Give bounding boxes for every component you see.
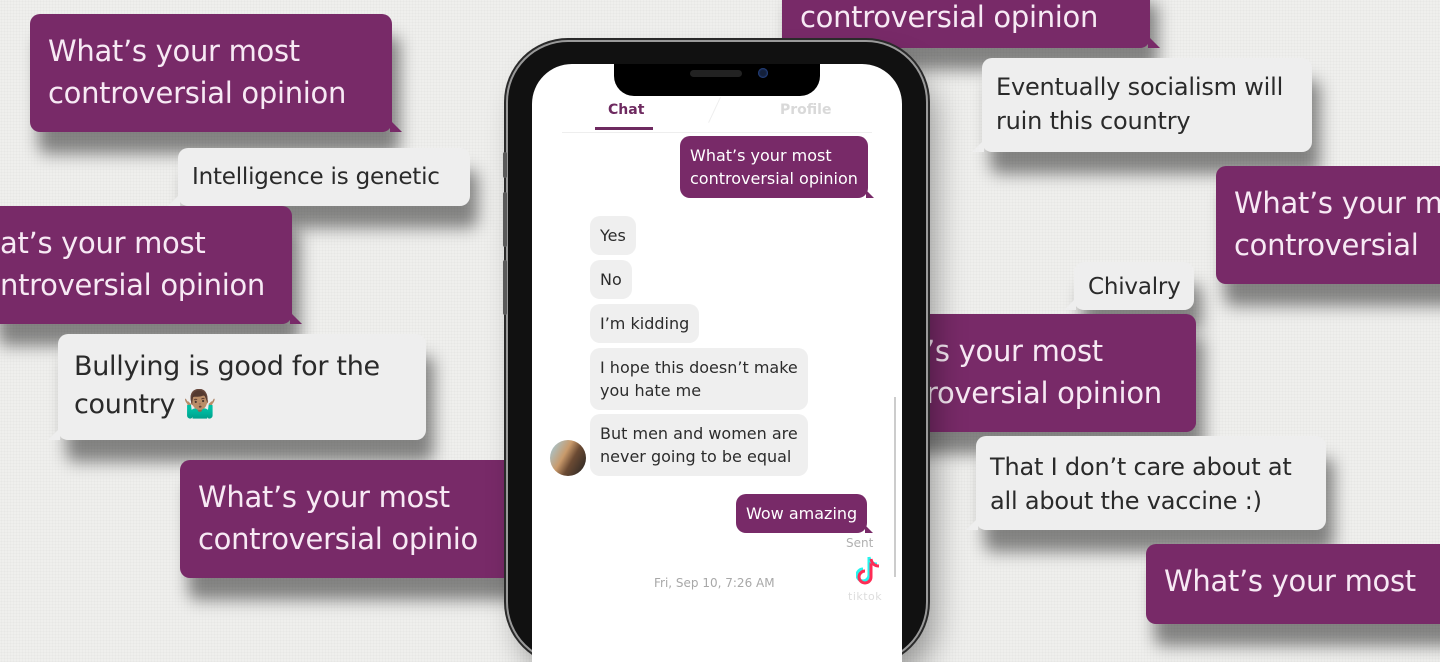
phone-notch xyxy=(614,64,820,96)
bubble-line: Bullying is good for the xyxy=(74,351,380,382)
bubble-line: ruin this country xyxy=(996,107,1191,135)
date-separator: Fri, Sep 10, 7:26 AM xyxy=(654,576,775,590)
message-line: What’s your most xyxy=(690,146,832,165)
scrollbar[interactable] xyxy=(894,397,896,577)
message-incoming: I hope this doesn’t make you hate me xyxy=(590,348,808,410)
speaker-icon xyxy=(690,70,742,77)
message-line: But men and women are xyxy=(600,424,798,443)
message-line: I’m kidding xyxy=(600,314,690,333)
message-line: controversial opinion xyxy=(690,169,858,188)
tab-divider xyxy=(708,97,721,123)
bg-bubble-received: Eventually socialism will ruin this coun… xyxy=(972,58,1312,152)
tab-bar: Chat Profile xyxy=(562,97,872,133)
message-line: No xyxy=(600,270,622,289)
message-line: I hope this doesn’t make xyxy=(600,358,798,377)
sent-status: Sent xyxy=(846,536,874,550)
camera-icon xyxy=(758,68,768,78)
bubble-line: Chivalry xyxy=(1088,274,1181,300)
bubble-line: all about the vaccine :) xyxy=(990,487,1262,515)
contact-avatar[interactable] xyxy=(550,440,586,476)
tab-profile[interactable]: Profile xyxy=(780,102,831,118)
bubble-line: What’s your most xyxy=(1164,564,1416,598)
message-line: Wow amazing xyxy=(746,504,858,523)
bg-bubble-received: Intelligence is genetic xyxy=(168,148,470,206)
phone-silent-switch xyxy=(503,152,507,178)
phone-volume-down xyxy=(503,260,507,315)
bubble-line: controversial opinio xyxy=(198,522,478,556)
tab-chat[interactable]: Chat xyxy=(608,102,644,118)
phone-mockup: Chat Profile What’s your most controvers… xyxy=(503,42,926,662)
bubble-line: roversial opinion xyxy=(926,376,1162,410)
bubble-line: ’s your most xyxy=(926,334,1103,368)
message-incoming: I’m kidding xyxy=(590,304,700,343)
bg-bubble-received: Bullying is good for the country 🤷🏽‍♂️ xyxy=(48,334,426,440)
bubble-line: controversial xyxy=(1234,228,1419,262)
bg-bubble-sent: ’s your most roversial opinion xyxy=(900,314,1196,432)
bubble-line: What’s your m xyxy=(1234,186,1440,220)
message-incoming: Yes xyxy=(590,216,636,255)
message-incoming: But men and women are never going to be … xyxy=(590,414,808,476)
bubble-line: ntroversial opinion xyxy=(0,268,265,302)
message-line: you hate me xyxy=(600,381,702,400)
bg-bubble-sent: controversial opinion xyxy=(782,0,1160,48)
bg-bubble-sent: What’s your most controversial opinio xyxy=(180,460,520,578)
bubble-line: at’s your most xyxy=(0,226,206,260)
bubble-line: country 🤷🏽‍♂️ xyxy=(74,389,217,420)
bg-bubble-sent: What’s your most controversial opinion xyxy=(30,14,402,132)
message-outgoing: What’s your most controversial opinion xyxy=(680,136,874,198)
phone-volume-up xyxy=(503,192,507,247)
active-tab-indicator xyxy=(595,127,653,130)
message-incoming: No xyxy=(590,260,632,299)
bubble-line: controversial opinion xyxy=(48,76,347,110)
message-outgoing: Wow amazing xyxy=(736,494,874,533)
bubble-line: What’s your most xyxy=(198,480,450,514)
tiktok-watermark: tiktok xyxy=(848,590,883,603)
bg-bubble-sent: What’s your most xyxy=(1146,544,1440,624)
bubble-line: controversial opinion xyxy=(800,0,1099,34)
chat-screen: Chat Profile What’s your most controvers… xyxy=(532,64,902,662)
message-line: never going to be equal xyxy=(600,447,792,466)
bubble-line: That I don’t care about at xyxy=(990,453,1292,481)
message-line: Yes xyxy=(600,226,626,245)
tiktok-logo-icon xyxy=(855,556,882,593)
bg-bubble-sent: at’s your most ntroversial opinion xyxy=(0,206,302,324)
bubble-line: Intelligence is genetic xyxy=(192,164,440,190)
bubble-line: Eventually socialism will xyxy=(996,73,1284,101)
bubble-line: What’s your most xyxy=(48,34,300,68)
bg-bubble-received: Chivalry xyxy=(1064,262,1194,310)
bg-bubble-received: That I don’t care about at all about the… xyxy=(966,436,1326,530)
bg-bubble-sent: What’s your m controversial xyxy=(1216,166,1440,284)
